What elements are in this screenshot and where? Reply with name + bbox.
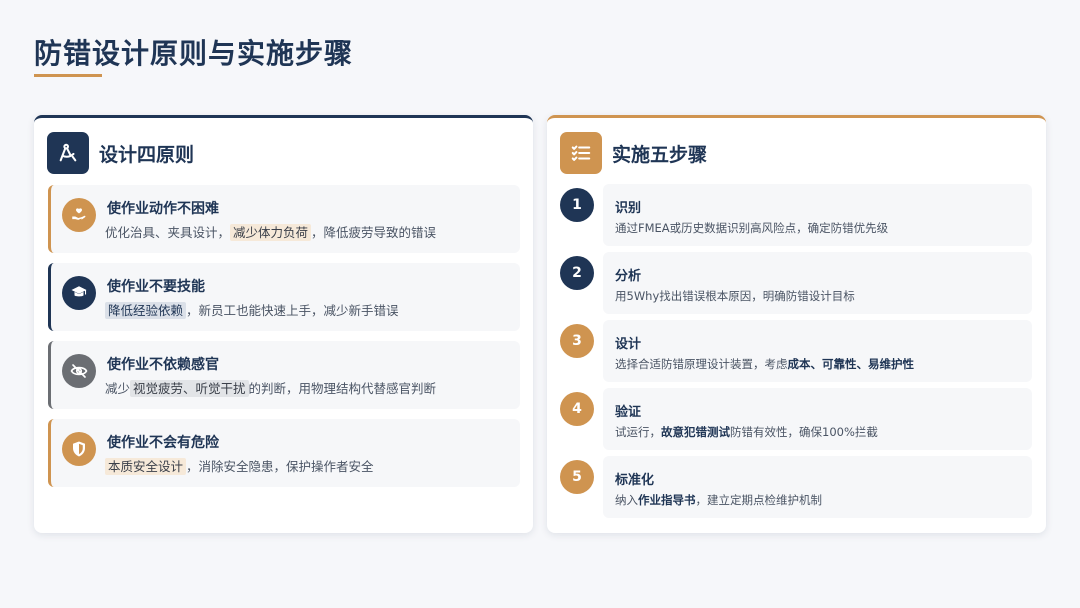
principles-title: 设计四原则 (99, 143, 195, 166)
steps-title: 实施五步骤 (612, 143, 708, 166)
step-title: 设计 (615, 337, 642, 352)
shield-icon (62, 432, 96, 466)
step-item: 分析 用5Why找出错误根本原因，明确防错设计目标 (603, 252, 1032, 314)
hand-heart-icon (62, 198, 96, 232)
principles-header: 设计四原则 (47, 132, 194, 174)
principle-title: 使作业不要技能 (107, 279, 205, 295)
principle-title: 使作业不会有危险 (107, 435, 219, 451)
list-check-icon (560, 132, 602, 174)
principle-highlight: 本质安全设计 (105, 458, 187, 475)
title-underline (34, 74, 102, 77)
steps-header: 实施五步骤 (560, 132, 707, 174)
step-number: 4 (560, 392, 594, 426)
graduation-cap-icon (62, 276, 96, 310)
step-item: 标准化 纳入作业指导书，建立定期点检维护机制 (603, 456, 1032, 518)
step-desc: 用5Why找出错误根本原因，明确防错设计目标 (615, 289, 855, 303)
step-item: 识别 通过FMEA或历史数据识别高风险点，确定防错优先级 (603, 184, 1032, 246)
principle-item: 使作业动作不困难 优化治具、夹具设计， 减少体力负荷 ，降低疲劳导致的错误 (48, 185, 520, 253)
step-item: 验证 试运行，故意犯错测试防错有效性，确保100%拦截 (603, 388, 1032, 450)
page-title: 防错设计原则与实施步骤 (34, 37, 354, 70)
step-desc: 通过FMEA或历史数据识别高风险点，确定防错优先级 (615, 221, 889, 235)
step-title: 验证 (615, 405, 642, 420)
principle-item: 使作业不会有危险 本质安全设计 ，消除安全隐患，保护操作者安全 (48, 419, 520, 487)
step-item: 设计 选择合适防错原理设计装置，考虑成本、可靠性、易维护性 (603, 320, 1032, 382)
step-number: 5 (560, 460, 594, 494)
step-desc: 选择合适防错原理设计装置，考虑成本、可靠性、易维护性 (615, 357, 915, 371)
principle-title: 使作业不依赖感官 (107, 357, 219, 373)
principle-highlight: 视觉疲劳、听觉干扰 (130, 380, 249, 397)
step-title: 识别 (615, 201, 642, 216)
principle-desc: 本质安全设计 ，消除安全隐患，保护操作者安全 (105, 456, 374, 475)
step-emphasis: 故意犯错测试 (661, 425, 730, 439)
eye-slash-icon (62, 354, 96, 388)
step-desc: 纳入作业指导书，建立定期点检维护机制 (615, 493, 822, 507)
step-emphasis: 作业指导书 (638, 493, 696, 507)
step-title: 标准化 (615, 473, 655, 488)
principle-desc: 降低经验依赖 ，新员工也能快速上手，减少新手错误 (105, 300, 399, 319)
principle-highlight: 降低经验依赖 (105, 302, 187, 319)
principle-highlight: 减少体力负荷 (230, 224, 312, 241)
principle-desc: 优化治具、夹具设计， 减少体力负荷 ，降低疲劳导致的错误 (105, 224, 437, 241)
principle-item: 使作业不要技能 降低经验依赖 ，新员工也能快速上手，减少新手错误 (48, 263, 520, 331)
step-number: 2 (560, 256, 594, 290)
principles-card: 设计四原则 使作业动作不困难 优化治具、夹具设计， 减少体力负荷 ，降低疲劳导致的错… (34, 115, 533, 533)
step-number: 3 (560, 324, 594, 358)
step-number: 1 (560, 188, 594, 222)
step-desc: 试运行，故意犯错测试防错有效性，确保100%拦截 (615, 425, 878, 439)
step-title: 分析 (615, 269, 642, 284)
drafting-compass-icon (47, 132, 89, 174)
principle-item: 使作业不依赖感官 减少 视觉疲劳、听觉干扰 的判断，用物理结构代替感官判断 (48, 341, 520, 409)
step-emphasis: 成本、可靠性、易维护性 (787, 357, 915, 371)
principle-title: 使作业动作不困难 (107, 201, 219, 217)
steps-card: 实施五步骤 1 识别 通过FMEA或历史数据识别高风险点，确定防错优先级 2 分… (547, 115, 1046, 533)
principle-desc: 减少 视觉疲劳、听觉干扰 的判断，用物理结构代替感官判断 (105, 380, 437, 397)
